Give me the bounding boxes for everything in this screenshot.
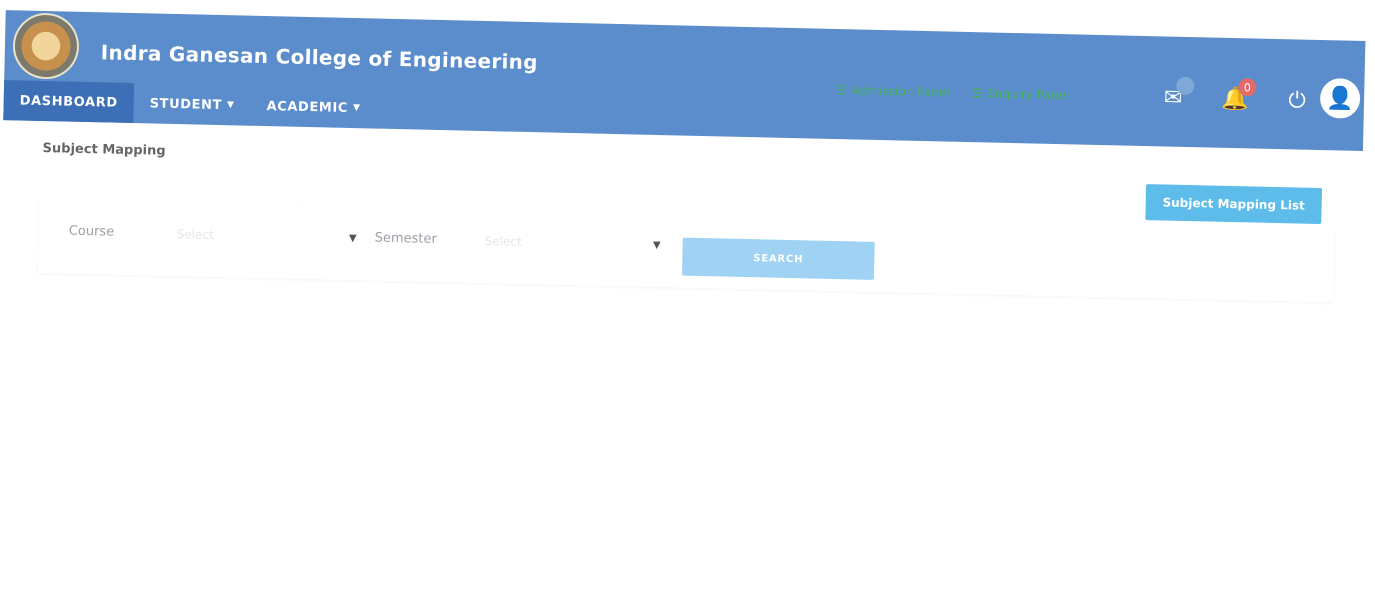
filter-card: Course Select ▼ Semester Select ▼ SEARCH: [37, 198, 1336, 303]
top-header: Indra Ganesan College of Engineering ☰ A…: [3, 10, 1366, 151]
messages-button[interactable]: ✉: [1156, 76, 1195, 115]
college-logo: [12, 12, 80, 80]
notifications-button[interactable]: 🔔 0: [1218, 78, 1257, 117]
semester-placeholder: Select: [484, 234, 522, 249]
nav-academic-label: ACADEMIC: [266, 98, 349, 116]
page: Indra Ganesan College of Engineering ☰ A…: [0, 0, 1375, 611]
message-badge: [1176, 76, 1195, 96]
course-select[interactable]: Select ▼: [176, 220, 357, 252]
logout-button[interactable]: ⏻: [1280, 83, 1315, 118]
caret-down-icon: ▼: [226, 100, 235, 111]
dropdown-arrow-icon: ▼: [348, 232, 357, 244]
dropdown-arrow-icon: ▼: [652, 239, 661, 251]
enquiry-panel-label: Enquiry Panel: [987, 86, 1070, 103]
course-placeholder: Select: [176, 227, 214, 242]
panel-links: ☰ Admission Panel ☰ Enquiry Panel: [836, 83, 1069, 102]
admission-panel-label: Admission Panel: [851, 83, 950, 100]
user-icon: 👤: [1326, 85, 1355, 112]
power-icon: ⏻: [1288, 87, 1307, 114]
nav-student[interactable]: STUDENT ▼: [133, 83, 251, 126]
list-icon: ☰: [836, 82, 848, 98]
nav-dashboard[interactable]: DASHBOARD: [3, 80, 135, 124]
search-button[interactable]: SEARCH: [681, 237, 875, 280]
semester-select[interactable]: Select ▼: [484, 227, 661, 259]
main-navbar: DASHBOARD STUDENT ▼ ACADEMIC ▼: [3, 80, 377, 128]
subject-mapping-list-button[interactable]: Subject Mapping List: [1145, 184, 1323, 225]
nav-student-label: STUDENT: [149, 95, 223, 113]
page-title: Subject Mapping: [42, 141, 166, 159]
admission-panel-link[interactable]: ☰ Admission Panel: [836, 83, 950, 100]
nav-academic[interactable]: ACADEMIC ▼: [250, 86, 377, 129]
college-title: Indra Ganesan College of Engineering: [100, 40, 539, 75]
caret-down-icon: ▼: [352, 103, 361, 114]
header-icons: ✉ 🔔 0 ⏻: [1156, 76, 1315, 118]
list-icon: ☰: [971, 86, 983, 101]
course-label: Course: [68, 223, 115, 240]
semester-label: Semester: [374, 230, 437, 247]
enquiry-panel-link[interactable]: ☰ Enquiry Panel: [971, 86, 1069, 102]
nav-dashboard-label: DASHBOARD: [19, 92, 118, 111]
notification-badge: 0: [1238, 78, 1257, 97]
user-avatar[interactable]: 👤: [1319, 77, 1361, 119]
